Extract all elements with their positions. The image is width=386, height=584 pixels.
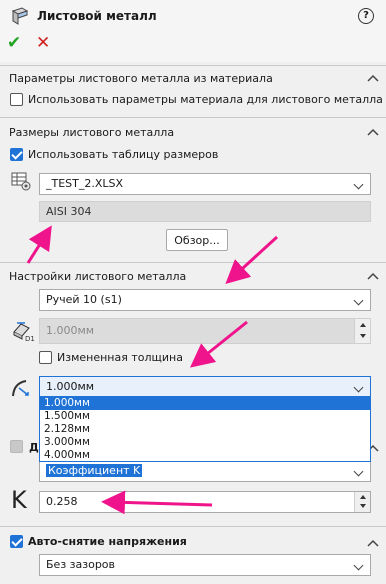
annotation-arrow [26,225,52,264]
annotation-arrows [26,225,279,515]
annotation-arrow [225,235,279,285]
annotation-arrow [101,490,213,515]
annotation-arrow [189,320,248,368]
